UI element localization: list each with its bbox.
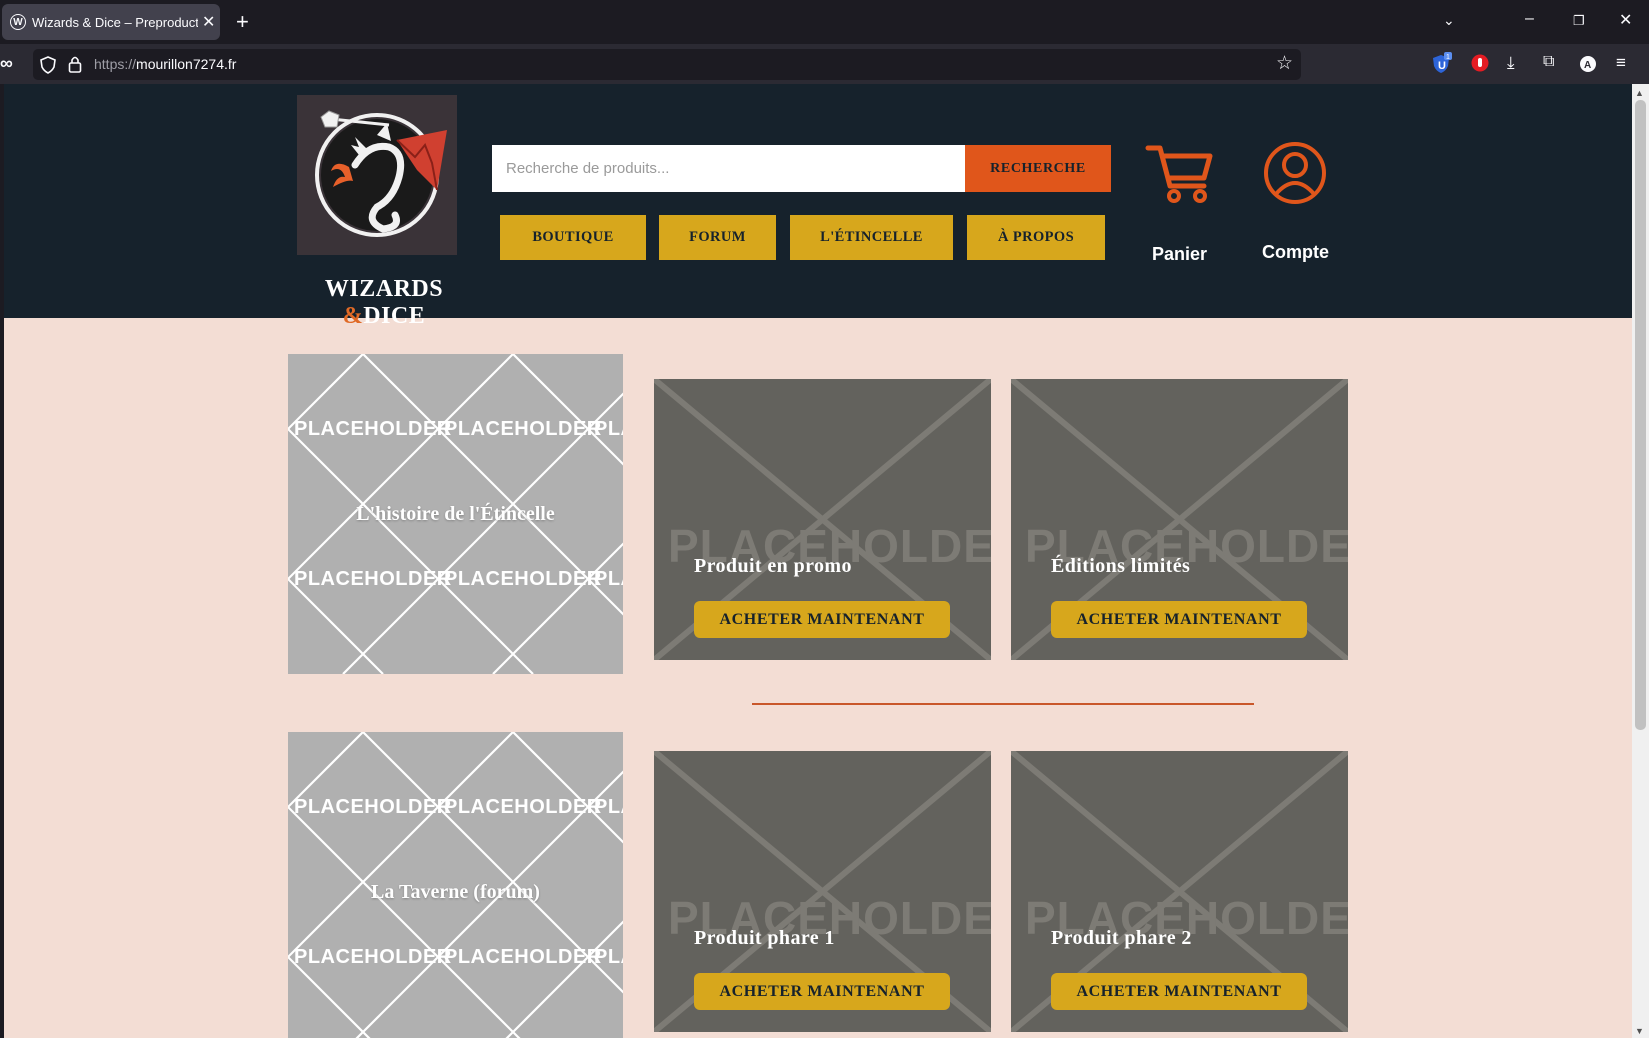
nav-etincelle-button[interactable]: L'ÉTINCELLE [790,215,953,260]
nav-boutique-button[interactable]: BOUTIQUE [500,215,646,260]
placeholder-text: PLACEHOLDER [294,418,452,440]
placeholder-text: PLACEHOLDER [594,568,623,590]
story-card-taverne[interactable]: PLACEHOLDER PLACEHOLDER PLACEHOLDER PLAC… [288,732,623,1038]
chevron-down-icon[interactable]: ⌄ [1443,12,1455,29]
search-button[interactable]: RECHERCHE [965,145,1111,192]
restore-icon[interactable]: ❐ [1573,13,1585,29]
svg-text:A: A [1584,60,1591,71]
url-text[interactable]: https://mourillon7274.fr [94,56,236,72]
nav-forum-button[interactable]: FORUM [659,215,776,260]
story-title[interactable]: L'histoire de l'Étincelle [288,503,623,526]
lock-icon [68,56,82,73]
site-header: WIZARDS &DICE RECHERCHE BOUTIQUE FORUM L… [4,84,1632,329]
account-label[interactable]: Compte [1262,242,1329,263]
infinity-icon[interactable]: ∞ [0,53,13,74]
account-icon[interactable] [1262,140,1328,206]
browser-tab[interactable]: W Wizards & Dice – Preproduction ✕ [2,4,220,40]
window-close-icon[interactable]: ✕ [1619,10,1632,30]
brand-wordmark[interactable]: WIZARDS &DICE [284,276,484,330]
bookmark-star-icon[interactable]: ☆ [1276,52,1293,75]
product-card-promo[interactable]: PLACEHOLDER Produit en promo ACHETER MAI… [654,379,991,660]
scroll-up-icon[interactable]: ▲ [1635,88,1644,98]
product-card-featured-1[interactable]: PLACEHOLDER Produit phare 1 ACHETER MAIN… [654,751,991,1032]
product-card-featured-2[interactable]: PLACEHOLDER Produit phare 2 ACHETER MAIN… [1011,751,1348,1032]
placeholder-text: PLACEHOLDER [294,796,452,818]
placeholder-text: PLACEHOLDER [294,946,452,968]
placeholder-text: PLACEHOLDER [294,568,452,590]
svg-text:U: U [1438,60,1446,72]
cart-icon[interactable] [1144,142,1216,206]
section-divider [752,703,1254,705]
story-card-etincelle[interactable]: PLACEHOLDER PLACEHOLDER PLACEHOLDER PLAC… [288,354,623,674]
placeholder-text: PLACEHOLDER [444,418,602,440]
product-title[interactable]: Produit phare 2 [1051,927,1192,950]
placeholder-text: PLACEHOLDER [594,418,623,440]
buy-now-button[interactable]: ACHETER MAINTENANT [694,973,950,1010]
product-title[interactable]: Produit phare 1 [694,927,835,950]
placeholder-text: PLACEHOLDER [444,568,602,590]
buy-now-button[interactable]: ACHETER MAINTENANT [1051,973,1307,1010]
product-title[interactable]: Produit en promo [694,555,852,578]
website-viewport: WIZARDS &DICE RECHERCHE BOUTIQUE FORUM L… [4,84,1632,1038]
story-title[interactable]: La Taverne (forum) [288,881,623,904]
cart-label[interactable]: Panier [1152,244,1207,265]
scroll-down-icon[interactable]: ▼ [1635,1026,1644,1036]
tab-title: Wizards & Dice – Preproduction [32,14,198,30]
search-input[interactable] [492,145,965,192]
nav-a-propos-button[interactable]: À PROPOS [967,215,1105,260]
new-tab-icon[interactable]: + [236,9,249,35]
scrollbar-thumb[interactable] [1635,100,1646,730]
placeholder-text: PLACEHOLDER [444,796,602,818]
buy-now-button[interactable]: ACHETER MAINTENANT [1051,601,1307,638]
wordpress-icon: W [10,14,26,30]
placeholder-text: PLACEHOLDER [594,796,623,818]
adblock-stop-icon[interactable] [1470,53,1490,73]
extensions-puzzle-icon[interactable]: ⧉ [1543,53,1554,71]
dragon-logo-icon [315,110,447,237]
placeholder-text: PLACEHOLDER [594,946,623,968]
product-title[interactable]: Éditions limités [1051,555,1190,578]
buy-now-button[interactable]: ACHETER MAINTENANT [694,601,950,638]
shield-icon[interactable] [40,56,56,74]
download-icon[interactable]: ⤓ [1507,53,1515,73]
minimize-icon[interactable]: – [1525,10,1534,28]
placeholder-text: PLACEHOLDER [444,946,602,968]
account-avatar-icon[interactable]: A [1579,55,1597,73]
menu-hamburger-icon[interactable]: ≡ [1616,53,1626,73]
site-logo[interactable] [297,95,457,255]
product-card-limited-editions[interactable]: PLACEHOLDER Éditions limités ACHETER MAI… [1011,379,1348,660]
close-tab-icon[interactable]: ✕ [202,12,215,32]
ublock-shield-icon[interactable]: U 1 [1430,52,1452,76]
svg-text:1: 1 [1446,54,1450,61]
